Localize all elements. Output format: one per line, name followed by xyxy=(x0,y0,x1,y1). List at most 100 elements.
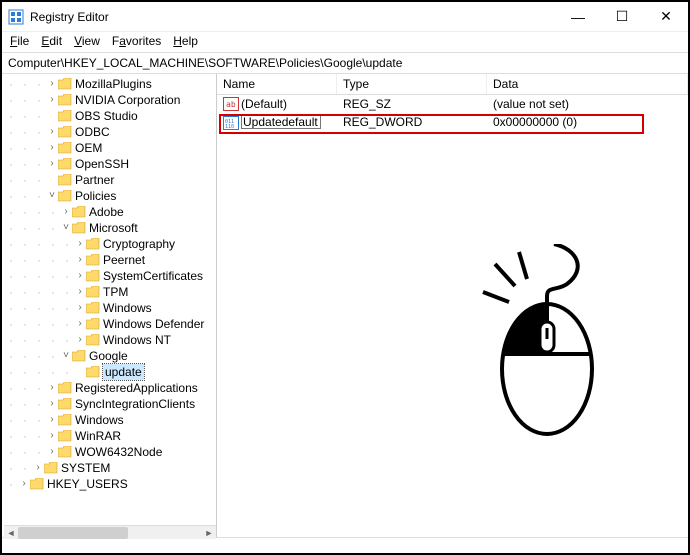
tree-label[interactable]: Windows Defender xyxy=(103,316,204,332)
expander-icon[interactable]: › xyxy=(46,76,58,92)
scroll-thumb[interactable] xyxy=(18,527,128,539)
tree-item[interactable]: ·····›Peernet xyxy=(4,252,216,268)
mouse-illustration xyxy=(477,244,647,447)
folder-icon xyxy=(58,414,72,426)
tree-item[interactable]: ···˅Policies xyxy=(4,188,216,204)
value-name-edit[interactable] xyxy=(241,114,321,129)
tree-item[interactable]: ···›WinRAR xyxy=(4,428,216,444)
tree-item[interactable]: ·····›Cryptography xyxy=(4,236,216,252)
tree-label[interactable]: Peernet xyxy=(103,252,145,268)
col-header-type[interactable]: Type xyxy=(337,74,487,94)
tree-label[interactable]: Microsoft xyxy=(89,220,138,236)
tree-label[interactable]: OpenSSH xyxy=(75,156,129,172)
maximize-button[interactable]: ☐ xyxy=(600,2,644,32)
scroll-left-arrow-icon[interactable]: ◄ xyxy=(4,528,18,538)
expander-icon[interactable]: › xyxy=(74,284,86,300)
expander-icon[interactable]: ˅ xyxy=(46,188,58,204)
tree-item[interactable]: ···›OEM xyxy=(4,140,216,156)
expander-icon[interactable]: › xyxy=(46,380,58,396)
tree-label[interactable]: SystemCertificates xyxy=(103,268,203,284)
expander-icon[interactable]: › xyxy=(46,412,58,428)
tree-item[interactable]: ···›SyncIntegrationClients xyxy=(4,396,216,412)
menu-view[interactable]: View xyxy=(74,34,100,48)
menu-help[interactable]: Help xyxy=(173,34,198,48)
tree-item[interactable]: ····˅Microsoft xyxy=(4,220,216,236)
menu-favorites[interactable]: Favorites xyxy=(112,34,161,48)
tree-label[interactable]: WOW6432Node xyxy=(75,444,162,460)
tree-label[interactable]: Adobe xyxy=(89,204,124,220)
expander-icon[interactable]: › xyxy=(74,252,86,268)
tree-label[interactable]: Partner xyxy=(75,172,114,188)
tree-label[interactable]: HKEY_USERS xyxy=(47,476,128,492)
expander-icon[interactable]: › xyxy=(46,140,58,156)
value-row[interactable]: 011110REG_DWORD0x00000000 (0) xyxy=(217,113,688,131)
tree-label[interactable]: SYSTEM xyxy=(61,460,110,476)
tree-label[interactable]: Windows xyxy=(103,300,152,316)
expander-icon[interactable]: › xyxy=(46,156,58,172)
folder-icon xyxy=(86,238,100,250)
col-header-name[interactable]: Name xyxy=(217,74,337,94)
tree-item[interactable]: ···OBS Studio xyxy=(4,108,216,124)
value-row[interactable]: ab(Default)REG_SZ(value not set) xyxy=(217,95,688,113)
scroll-right-arrow-icon[interactable]: ► xyxy=(202,528,216,538)
tree-item[interactable]: ·····›TPM xyxy=(4,284,216,300)
tree-label[interactable]: NVIDIA Corporation xyxy=(75,92,180,108)
tree-label[interactable]: OBS Studio xyxy=(75,108,138,124)
tree-label[interactable]: WinRAR xyxy=(75,428,121,444)
tree-label[interactable]: SyncIntegrationClients xyxy=(75,396,195,412)
expander-icon[interactable]: › xyxy=(74,268,86,284)
expander-icon[interactable]: ˅ xyxy=(60,348,72,364)
tree-item[interactable]: ··›SYSTEM xyxy=(4,460,216,476)
tree-item[interactable]: ·····›Windows NT xyxy=(4,332,216,348)
address-bar[interactable]: Computer\HKEY_LOCAL_MACHINE\SOFTWARE\Pol… xyxy=(2,53,688,74)
tree-item[interactable]: ·····update xyxy=(4,364,216,380)
expander-icon[interactable]: › xyxy=(32,460,44,476)
tree-label[interactable]: ODBC xyxy=(75,124,110,140)
tree-label[interactable]: MozillaPlugins xyxy=(75,76,152,92)
tree-item[interactable]: ···Partner xyxy=(4,172,216,188)
minimize-button[interactable]: — xyxy=(556,2,600,32)
tree-item[interactable]: ···›RegisteredApplications xyxy=(4,380,216,396)
tree-label[interactable]: Google xyxy=(89,348,128,364)
col-header-data[interactable]: Data xyxy=(487,74,688,94)
tree-label[interactable]: update xyxy=(103,364,144,380)
expander-icon[interactable]: › xyxy=(74,316,86,332)
expander-icon[interactable]: › xyxy=(46,444,58,460)
value-name-cell[interactable]: 011110 xyxy=(217,114,337,129)
tree-item[interactable]: ····›Adobe xyxy=(4,204,216,220)
expander-icon[interactable]: › xyxy=(74,332,86,348)
tree-label[interactable]: Windows xyxy=(75,412,124,428)
tree-label[interactable]: Cryptography xyxy=(103,236,175,252)
menu-edit[interactable]: Edit xyxy=(41,34,62,48)
value-name-cell[interactable]: ab(Default) xyxy=(217,97,337,112)
tree-item[interactable]: ···›Windows xyxy=(4,412,216,428)
menu-file[interactable]: File xyxy=(10,34,29,48)
tree-item[interactable]: ·····›SystemCertificates xyxy=(4,268,216,284)
tree-item[interactable]: ·›HKEY_USERS xyxy=(4,476,216,492)
tree-label[interactable]: RegisteredApplications xyxy=(75,380,198,396)
tree-panel[interactable]: ···›MozillaPlugins···›NVIDIA Corporation… xyxy=(2,74,217,537)
close-button[interactable]: ✕ xyxy=(644,2,688,32)
expander-icon[interactable]: › xyxy=(74,236,86,252)
expander-icon[interactable]: › xyxy=(60,204,72,220)
tree-item[interactable]: ···›NVIDIA Corporation xyxy=(4,92,216,108)
expander-icon[interactable]: › xyxy=(46,92,58,108)
tree-item[interactable]: ···›WOW6432Node xyxy=(4,444,216,460)
tree-item[interactable]: ···›OpenSSH xyxy=(4,156,216,172)
expander-icon[interactable]: › xyxy=(46,124,58,140)
expander-icon[interactable]: › xyxy=(18,476,30,492)
tree-horizontal-scrollbar[interactable]: ◄ ► xyxy=(4,525,216,539)
expander-icon[interactable]: › xyxy=(74,300,86,316)
tree-label[interactable]: OEM xyxy=(75,140,102,156)
tree-label[interactable]: Policies xyxy=(75,188,116,204)
tree-item[interactable]: ·····›Windows Defender xyxy=(4,316,216,332)
expander-icon[interactable]: ˅ xyxy=(60,220,72,236)
expander-icon[interactable]: › xyxy=(46,428,58,444)
tree-item[interactable]: ···›ODBC xyxy=(4,124,216,140)
expander-icon[interactable]: › xyxy=(46,396,58,412)
tree-item[interactable]: ···›MozillaPlugins xyxy=(4,76,216,92)
tree-label[interactable]: Windows NT xyxy=(103,332,171,348)
tree-item[interactable]: ····˅Google xyxy=(4,348,216,364)
tree-label[interactable]: TPM xyxy=(103,284,128,300)
tree-item[interactable]: ·····›Windows xyxy=(4,300,216,316)
